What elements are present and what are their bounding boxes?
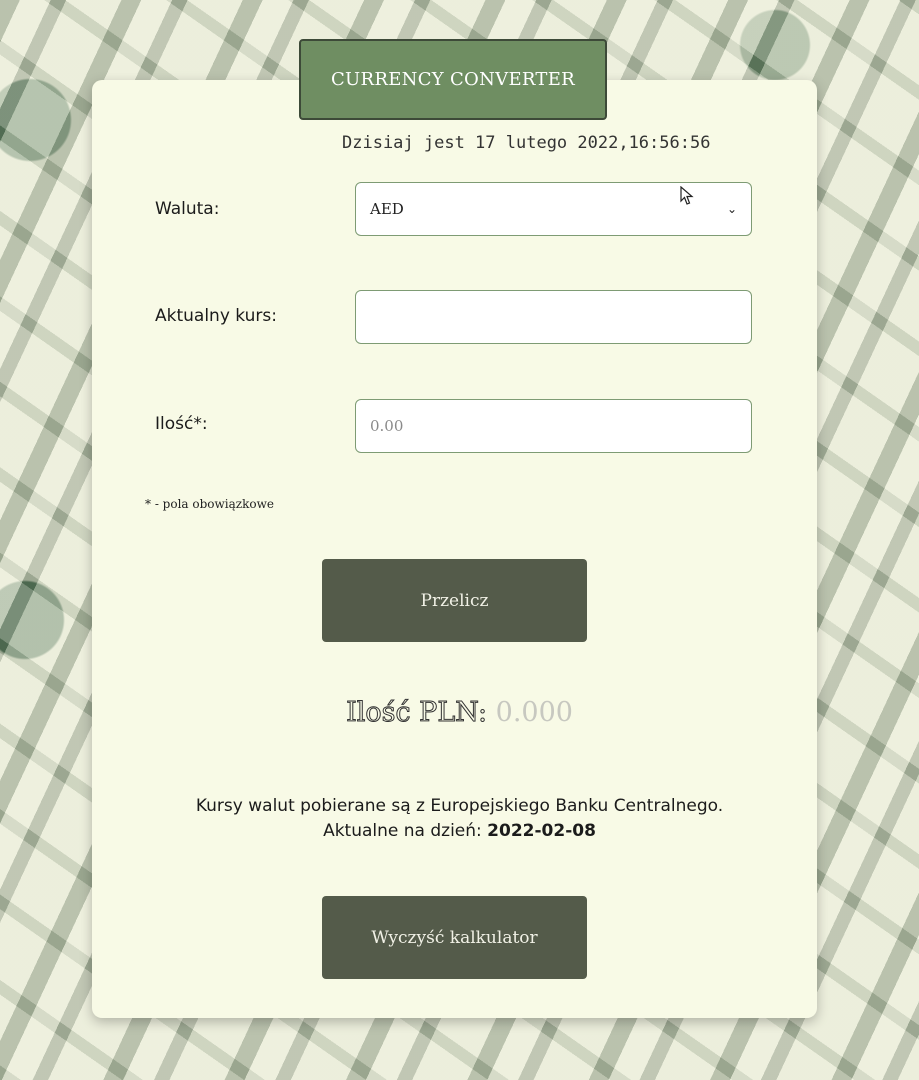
clear-calculator-button[interactable]: Wyczyść kalkulator <box>322 896 587 979</box>
amount-input[interactable]: 0.00 <box>355 399 752 453</box>
rates-date-value: 2022-02-08 <box>487 821 596 841</box>
current-datetime: Dzisiaj jest 17 lutego 2022,16:56:56 <box>342 133 711 153</box>
currency-select-value: AED <box>370 200 404 218</box>
convert-button[interactable]: Przelicz <box>322 559 587 642</box>
result-display: Ilość PLN: 0.000 <box>0 697 919 729</box>
amount-input-placeholder: 0.00 <box>370 417 404 435</box>
rates-date-line: Aktualne na dzień: 2022-02-08 <box>0 819 919 844</box>
mouse-pointer-icon <box>680 185 694 210</box>
rates-source-text: Kursy walut pobierane są z Europejskiego… <box>195 796 724 816</box>
convert-button-label: Przelicz <box>420 590 489 611</box>
rates-info: Kursy walut pobierane są z Europejskiego… <box>0 794 919 844</box>
app-title: CURRENCY CONVERTER <box>299 39 607 120</box>
result-value: 0.000 <box>495 697 573 728</box>
clear-calculator-button-label: Wyczyść kalkulator <box>371 927 538 948</box>
currency-label: Waluta: <box>155 199 220 219</box>
chevron-down-icon: ⌄ <box>726 202 737 216</box>
rate-label: Aktualny kurs: <box>155 306 277 326</box>
rates-date-prefix: Aktualne na dzień: <box>323 821 482 841</box>
rate-input[interactable] <box>355 290 752 344</box>
required-fields-note: * - pola obowiązkowe <box>145 497 274 511</box>
result-label: Ilość PLN: <box>346 697 488 729</box>
amount-label: Ilość*: <box>155 414 208 434</box>
app-title-text: CURRENCY CONVERTER <box>330 69 576 90</box>
